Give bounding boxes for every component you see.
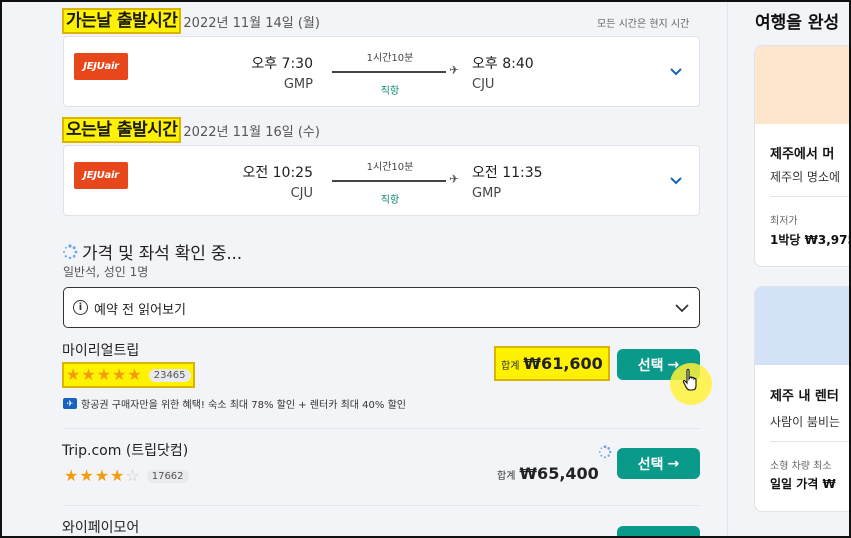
price-label: 합계 [497, 471, 516, 482]
rental-car-card[interactable]: 제주 내 렌터 사람이 붐비는 소형 차량 최소 일일 가격 ₩ [754, 286, 851, 512]
star-icon: ★ [127, 365, 142, 384]
inbound-date: 2022년 11월 16일 (수) [183, 124, 320, 140]
provider-name[interactable]: 마이리얼트립 [62, 340, 139, 360]
flight-duration: 1시간10분 [366, 162, 414, 173]
divider [63, 428, 700, 429]
route-line [332, 180, 446, 182]
rental-card-subtitle: 사람이 붐비는 [770, 415, 841, 429]
provider-price: 합계 ₩65,400 [497, 464, 599, 483]
results-panel: 가는날 출발시간 2022년 11월 14일 (월) 모든 시간은 현지 시간 … [0, 0, 727, 538]
loading-spinner-icon [63, 243, 78, 259]
star-icon: ★ [81, 365, 96, 384]
promo-banner: ✈ 항공권 구매자만을 위한 혜택! 숙소 최대 78% 할인 + 렌터카 최대… [63, 396, 406, 411]
rental-min-price: 일일 가격 ₩ [770, 477, 836, 491]
outbound-arrival: 오후 8:40 CJU [472, 53, 534, 92]
price-check-status: 가격 및 좌석 확인 중... [62, 239, 242, 264]
chevron-down-icon[interactable] [669, 65, 683, 79]
review-count: 23465 [148, 368, 191, 382]
select-button[interactable] [617, 526, 700, 538]
rental-card-title: 제주 내 렌터 [770, 389, 839, 404]
price-value: ₩61,600 [523, 354, 603, 373]
select-button[interactable]: 선택 → [617, 448, 700, 479]
star-icon: ★ [66, 365, 81, 384]
star-icon: ★ [94, 466, 110, 485]
hotel-min-label: 최저가 [770, 216, 798, 227]
ticket-icon: ✈ [63, 398, 77, 409]
chevron-down-icon [675, 304, 689, 313]
arrival-time: 오후 8:40 [472, 56, 534, 72]
arrival-airport: CJU [472, 77, 495, 92]
provider-rating: ★ ★ ★ ★ ★ 23465 [62, 362, 195, 388]
arrow-right-icon: → [667, 455, 680, 472]
price-value: ₩65,400 [519, 464, 599, 483]
review-count: 17662 [146, 469, 189, 483]
outbound-departure: 오후 7:30 GMP [251, 53, 313, 92]
notice-label: 예약 전 읽어보기 [94, 303, 186, 318]
direct-label: 직항 [380, 86, 400, 97]
loading-spinner-icon [598, 445, 612, 459]
price-label: 합계 [501, 361, 520, 372]
provider-price: 합계 ₩61,600 [494, 346, 610, 381]
direct-label: 직항 [380, 195, 400, 206]
inbound-arrival: 오전 11:35 GMP [472, 162, 543, 201]
inbound-departure: 오전 10:25 CJU [242, 162, 313, 201]
outbound-flight-card[interactable]: JEJUair 오후 7:30 GMP 1시간10분 ✈ 직항 오후 8:40 … [63, 36, 700, 107]
airplane-icon: ✈ [449, 63, 460, 77]
airplane-icon: ✈ [449, 172, 460, 186]
star-empty-icon: ☆ [125, 466, 140, 485]
hotel-card-image [755, 46, 851, 124]
rental-min-label: 소형 차량 최소 [770, 461, 832, 472]
timezone-note: 모든 시간은 현지 시간 [597, 19, 690, 30]
checking-text: 가격 및 좌석 확인 중... [82, 244, 242, 264]
inbound-header: 오는날 출발시간 2022년 11월 16일 (수) [62, 117, 320, 143]
outbound-header: 가는날 출발시간 2022년 11월 14일 (월) [62, 8, 320, 34]
star-icon: ★ [112, 365, 127, 384]
read-before-booking-dropdown[interactable]: i 예약 전 읽어보기 [63, 287, 700, 328]
provider-name[interactable]: Trip.com (트립닷컴) [62, 440, 188, 460]
seat-class-label: 일반석, 성인 1명 [63, 265, 149, 279]
rental-card-image [755, 287, 851, 365]
airline-logo: JEJUair [74, 53, 128, 80]
outbound-title: 가는날 출발시간 [62, 8, 182, 34]
inbound-flight-card[interactable]: JEJUair 오전 10:25 CJU 1시간10분 ✈ 직항 오전 11:3… [63, 145, 700, 216]
hotel-min-price: 1박당 ₩3,975 [770, 233, 851, 247]
hotel-card-subtitle: 제주의 명소에 [770, 170, 841, 184]
chevron-down-icon[interactable] [669, 174, 683, 188]
divider [63, 505, 700, 506]
star-icon: ★ [64, 466, 79, 485]
departure-airport: CJU [290, 186, 313, 201]
arrival-time: 오전 11:35 [472, 165, 543, 181]
star-icon: ★ [96, 365, 112, 384]
route-line [332, 71, 446, 73]
hotel-card[interactable]: 제주에서 머 제주의 명소에 최저가 1박당 ₩3,975 [754, 45, 851, 267]
hotel-card-title: 제주에서 머 [770, 147, 835, 162]
select-label: 선택 [637, 456, 664, 473]
departure-time: 오후 7:30 [251, 56, 313, 72]
arrival-airport: GMP [472, 186, 502, 201]
provider-rating: ★ ★ ★ ★ ☆ 17662 [62, 465, 191, 487]
divider [770, 196, 851, 197]
departure-time: 오전 10:25 [242, 165, 313, 181]
select-label: 선택 [637, 357, 664, 374]
sidebar-title: 여행을 완성 [755, 13, 840, 33]
outbound-date: 2022년 11월 14일 (월) [183, 15, 320, 31]
inbound-title: 오는날 출발시간 [62, 117, 182, 143]
departure-airport: GMP [283, 77, 313, 92]
info-icon: i [73, 300, 88, 315]
airline-logo: JEJUair [74, 162, 128, 189]
hand-pointer-icon [682, 368, 697, 391]
provider-name[interactable]: 와이페이모어 [62, 517, 139, 537]
promo-text: 항공권 구매자만을 위한 혜택! 숙소 최대 78% 할인 + 렌터카 최대 4… [81, 400, 406, 411]
sidebar: 여행을 완성 제주에서 머 제주의 명소에 최저가 1박당 ₩3,975 제주 … [727, 0, 851, 538]
star-icon: ★ [79, 466, 94, 485]
divider [770, 441, 851, 442]
flight-duration: 1시간10분 [366, 53, 414, 64]
star-icon: ★ [110, 466, 125, 485]
